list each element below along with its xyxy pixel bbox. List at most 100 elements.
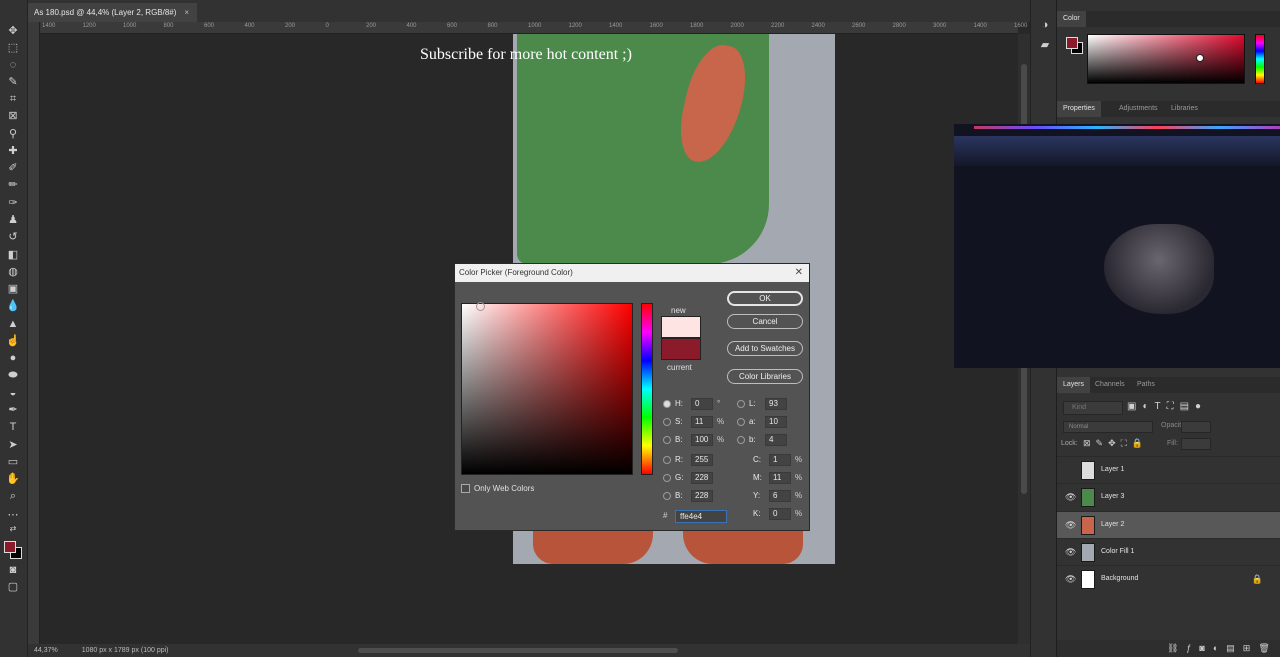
horizontal-scrollbar[interactable] — [358, 648, 678, 653]
blur-icon[interactable]: 💧 — [6, 299, 20, 313]
cmyk-input[interactable]: 6 — [769, 490, 791, 502]
layer-row[interactable]: 👁 Color Fill 1 — [1057, 537, 1280, 565]
smudge-icon[interactable]: ☝ — [6, 334, 20, 348]
move-icon[interactable]: ✥ — [6, 24, 20, 38]
layer-name[interactable]: Background — [1101, 575, 1138, 582]
close-tab-icon[interactable]: × — [184, 8, 189, 17]
layer-filter-kind[interactable]: Kind — [1063, 401, 1123, 415]
zoom-level[interactable]: 44,37% — [34, 647, 58, 654]
cmyk-input[interactable]: 0 — [769, 508, 791, 520]
rgb-radio[interactable] — [663, 474, 671, 482]
screen-mode-icon[interactable]: ▢ — [6, 580, 20, 594]
cmyk-input[interactable]: 1 — [769, 454, 791, 466]
dodge-icon[interactable]: ● — [6, 351, 20, 365]
lab-radio[interactable] — [737, 436, 745, 444]
hand-icon[interactable]: ✋ — [6, 472, 20, 486]
layer-filter-icons[interactable]: ▣◐T⛶▤● — [1127, 401, 1207, 412]
color-picker-titlebar[interactable]: Color Picker (Foreground Color) ✕ — [455, 264, 809, 282]
tab-libraries[interactable]: Libraries — [1165, 101, 1204, 117]
history-brush-icon[interactable]: ↺ — [6, 230, 20, 244]
tab-color[interactable]: Color — [1057, 11, 1086, 27]
color-sample-ring[interactable] — [1196, 54, 1204, 62]
lab-input[interactable]: 4 — [765, 434, 787, 446]
color-panel-hue-slider[interactable] — [1255, 34, 1265, 84]
more-icon[interactable]: ⋯ — [6, 508, 20, 522]
lab-input[interactable]: 10 — [765, 416, 787, 428]
clone-stamp-icon[interactable]: ♟ — [6, 213, 20, 227]
type-icon[interactable]: T — [6, 420, 20, 434]
rgb-radio[interactable] — [663, 456, 671, 464]
layer-row[interactable]: 👁 Background 🔒 — [1057, 565, 1280, 592]
foreground-color-swatch[interactable] — [4, 541, 16, 553]
eye-icon[interactable]: 👁 — [1065, 547, 1076, 557]
path-select-icon[interactable]: ➤ — [6, 438, 20, 452]
tab-layers[interactable]: Layers — [1057, 377, 1091, 393]
tab-adjustments[interactable]: Adjustments — [1113, 101, 1164, 117]
hsb-input[interactable]: 0 — [691, 398, 713, 410]
layer-row[interactable]: Layer 1 — [1057, 456, 1280, 483]
document-tab[interactable]: As 180.psd @ 44,4% (Layer 2, RGB/8#) × — [28, 3, 198, 22]
eye-icon[interactable] — [1065, 465, 1075, 475]
layers-panel-footer[interactable]: ⛓ƒ◙◐▤⊞🗑 — [1057, 640, 1280, 657]
blend-mode-select[interactable]: Normal — [1063, 421, 1153, 433]
hsb-input[interactable]: 100 — [691, 434, 713, 446]
opacity-input[interactable] — [1181, 421, 1211, 433]
color-replace-icon[interactable]: ✑ — [6, 196, 20, 210]
add-to-swatches-button[interactable]: Add to Swatches — [727, 341, 803, 356]
gradient-icon[interactable]: ▣ — [6, 282, 20, 296]
lab-radio[interactable] — [737, 418, 745, 426]
color-selection-ring[interactable] — [476, 302, 485, 311]
brush-icon[interactable]: ✐ — [6, 161, 20, 175]
paint-bucket-icon[interactable]: ◍ — [6, 265, 20, 279]
fill-input[interactable] — [1181, 438, 1211, 450]
eye-icon[interactable]: 👁 — [1065, 520, 1076, 530]
tab-properties[interactable]: Properties — [1057, 101, 1101, 117]
tab-paths[interactable]: Paths — [1131, 377, 1161, 393]
color-panel-icon[interactable]: ◑ — [1038, 18, 1052, 32]
burn-icon[interactable]: ◒ — [6, 386, 20, 400]
hsb-radio[interactable] — [663, 418, 671, 426]
cancel-button[interactable]: Cancel — [727, 314, 803, 329]
hsb-radio[interactable] — [663, 400, 671, 408]
shape-icon[interactable]: ▭ — [6, 455, 20, 469]
layer-name[interactable]: Color Fill 1 — [1101, 548, 1134, 555]
layer-thumbnail[interactable] — [1081, 488, 1095, 508]
swap-colors-icon[interactable]: ⇄ — [6, 522, 20, 536]
eraser-icon[interactable]: ◧ — [6, 248, 20, 262]
current-color-swatch[interactable] — [661, 338, 701, 360]
frame-icon[interactable]: ⊠ — [6, 109, 20, 123]
close-icon[interactable]: ✕ — [795, 264, 803, 282]
crop-icon[interactable]: ⌗ — [6, 92, 20, 106]
hsb-radio[interactable] — [663, 436, 671, 444]
saturation-brightness-field[interactable] — [461, 302, 633, 475]
layer-thumbnail[interactable] — [1081, 542, 1095, 562]
layer-row[interactable]: 👁 Layer 3 — [1057, 483, 1280, 510]
layer-name[interactable]: Layer 2 — [1101, 521, 1124, 528]
layer-thumbnail[interactable] — [1081, 461, 1095, 480]
rgb-radio[interactable] — [663, 492, 671, 500]
marquee-icon[interactable]: ⬚ — [6, 41, 20, 55]
hex-input[interactable]: ffe4e4 — [675, 510, 727, 523]
lock-icons[interactable]: ⊠✎✥⛶🔒 — [1083, 438, 1148, 449]
cmyk-input[interactable]: 11 — [769, 472, 791, 484]
layer-name[interactable]: Layer 3 — [1101, 493, 1124, 500]
eye-icon[interactable]: 👁 — [1065, 492, 1076, 502]
hsb-input[interactable]: 11 — [691, 416, 713, 428]
color-panel-foreground[interactable] — [1066, 37, 1078, 49]
lock-icon[interactable]: 🔒 — [1252, 574, 1263, 585]
rgb-input[interactable]: 255 — [691, 454, 713, 466]
pen-icon[interactable]: ✒ — [6, 403, 20, 417]
only-web-colors-checkbox[interactable] — [461, 484, 470, 493]
comment-icon[interactable]: ▰ — [1038, 38, 1052, 52]
layer-thumbnail[interactable] — [1081, 570, 1095, 590]
lab-radio[interactable] — [737, 400, 745, 408]
lab-input[interactable]: 93 — [765, 398, 787, 410]
zoom-icon[interactable]: ⌕ — [6, 489, 20, 503]
color-libraries-button[interactable]: Color Libraries — [727, 369, 803, 384]
rgb-input[interactable]: 228 — [691, 490, 713, 502]
layer-name[interactable]: Layer 1 — [1101, 466, 1124, 473]
quick-mask-icon[interactable]: ◙ — [6, 563, 20, 577]
pencil-icon[interactable]: ✏ — [6, 178, 20, 192]
layer-row[interactable]: 👁 Layer 2 — [1057, 510, 1280, 538]
rgb-input[interactable]: 228 — [691, 472, 713, 484]
